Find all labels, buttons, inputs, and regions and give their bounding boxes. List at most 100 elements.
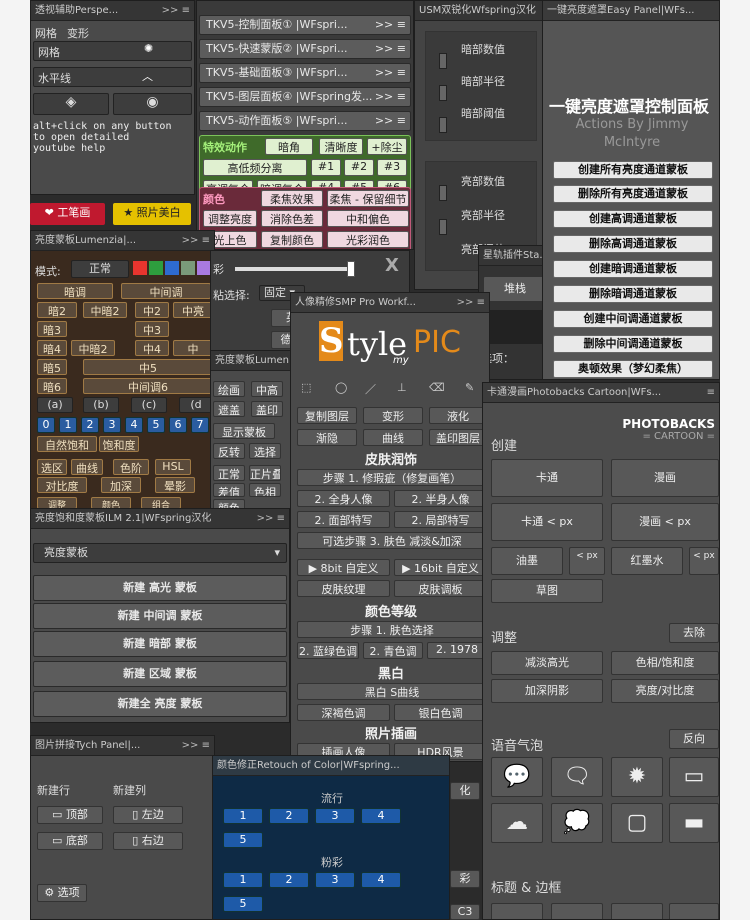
selection-button[interactable]: 选区	[37, 459, 67, 475]
grid-button[interactable]: 网格 ✺	[33, 41, 192, 61]
lum-m4-button[interactable]: 中4	[135, 340, 169, 356]
mode-select[interactable]: 正常	[71, 260, 129, 278]
invert-button[interactable]: 反转	[213, 443, 245, 459]
sketch-button[interactable]: 草图	[491, 579, 603, 603]
lum-d6-button[interactable]: 暗6	[37, 378, 67, 394]
title-button-4[interactable]	[669, 903, 719, 919]
lum-m-button[interactable]: 中	[173, 340, 213, 356]
skin-texture-button[interactable]: 皮肤纹理	[297, 580, 390, 597]
burn-button[interactable]: 加深	[101, 477, 141, 493]
pastel-4-button[interactable]: 4	[361, 872, 401, 888]
delete-mid-mask-button[interactable]: 删除中间调通道蒙板	[553, 335, 713, 353]
chroma-button[interactable]: 消除色差	[261, 210, 323, 227]
lum-md4-button[interactable]: 中暗2	[71, 340, 115, 356]
dodge-highlights-button[interactable]: 减淡高光	[491, 651, 603, 675]
panel-menu-icon[interactable]: >> ≡	[162, 1, 190, 20]
close-icon[interactable]: X	[385, 255, 399, 276]
ink-px-button[interactable]: < px	[569, 547, 605, 575]
lum-darks-button[interactable]: 暗调	[37, 283, 113, 299]
pastel-2-button[interactable]: 2	[269, 872, 309, 888]
panel-menu-icon[interactable]: >> ≡	[457, 293, 485, 312]
num-4-button[interactable]: 4	[125, 417, 143, 433]
comic-px-button[interactable]: 漫画 < px	[611, 503, 719, 541]
soft-focus-detail-button[interactable]: 柔焦 - 保留细节	[327, 190, 409, 207]
delete-high-mask-button[interactable]: 删除高调通道蒙板	[553, 235, 713, 253]
new-all-lum-mask-button[interactable]: 新建全 亮度 蒙板	[33, 691, 287, 717]
title-button-2[interactable]	[551, 903, 603, 919]
soft-focus-button[interactable]: 柔焦效果	[261, 190, 323, 207]
tab-warp[interactable]: 变形	[67, 25, 89, 41]
gongbi-button[interactable]: ❤ 工笔画	[30, 203, 105, 225]
stamp-button[interactable]: 盖印	[251, 401, 283, 417]
bubble-cloud-button[interactable]: ☁	[491, 803, 543, 843]
action-1-button[interactable]: #1	[311, 159, 341, 176]
sepia-button[interactable]: 深褐色调	[297, 704, 390, 721]
neutral-cast-button[interactable]: 中和偏色	[327, 210, 409, 227]
side-item-1[interactable]: 化	[450, 782, 480, 800]
transform-button[interactable]: 变形	[363, 407, 423, 424]
panel-menu-icon[interactable]: ≡	[707, 383, 715, 402]
tkv-row-3[interactable]: TKV5-基础面板③ |WFspri... >> ≡	[199, 63, 411, 83]
tkv-row-2[interactable]: TKV5-快速蒙版② |WFspri... >> ≡	[199, 39, 411, 59]
horizon-button[interactable]: 水平线 ︿	[33, 67, 192, 87]
remove-button[interactable]: 去除	[669, 623, 719, 643]
contrast-button[interactable]: 对比度	[37, 477, 87, 493]
full-body-button[interactable]: 2. 全身人像	[297, 490, 390, 507]
new-midtone-mask-button[interactable]: 新建 中间调 蒙板	[33, 603, 287, 629]
skin-select-button[interactable]: 步骤 1. 肤色选择	[297, 621, 487, 638]
create-mid-mask-button[interactable]: 创建中间调通道蒙板	[553, 310, 713, 328]
reverse-button[interactable]: 反向	[669, 729, 719, 749]
lum-md2-button[interactable]: 中暗2	[83, 302, 127, 318]
create-high-mask-button[interactable]: 创建高调通道蒙板	[553, 210, 713, 228]
dark-amount-handle[interactable]	[439, 53, 447, 69]
teal-button[interactable]: 2. 蓝绿色调	[297, 642, 359, 659]
tab-grid[interactable]: 网格	[35, 25, 57, 41]
mid-high-button[interactable]: 中高	[251, 381, 283, 397]
swatch-gray[interactable]	[181, 261, 195, 275]
silver-button[interactable]: 银白色调	[394, 704, 487, 721]
red-ink-button[interactable]: 红墨水	[611, 547, 683, 575]
brightness-contrast-button[interactable]: 亮度/对比度	[611, 679, 719, 703]
copy-color-button[interactable]: 复制颜色	[261, 231, 323, 248]
pop-1-button[interactable]: 1	[223, 808, 263, 824]
delete-dark-mask-button[interactable]: 删除暗调通道蒙板	[553, 285, 713, 303]
bubble-thought-button[interactable]: 💭	[551, 803, 603, 843]
custom-16bit-button[interactable]: ▶ 16bit 自定义	[394, 559, 487, 576]
pastel-1-button[interactable]: 1	[223, 872, 263, 888]
lasso-icon[interactable]: ◯	[335, 381, 347, 394]
red-ink-px-button[interactable]: < px	[689, 547, 719, 575]
delete-all-masks-button[interactable]: 删除所有亮度通道蒙板	[553, 185, 713, 203]
lum-d4-button[interactable]: 暗4	[37, 340, 67, 356]
clarity-button[interactable]: 清晰度	[319, 138, 363, 155]
skin-panel-button[interactable]: 皮肤调板	[394, 580, 487, 597]
side-item-2[interactable]: 彩	[450, 870, 480, 888]
action-2-button[interactable]: #2	[344, 159, 374, 176]
eraser-icon[interactable]: ⌫	[429, 381, 445, 394]
custom-8bit-button[interactable]: ▶ 8bit 自定义	[297, 559, 390, 576]
lum-m2-button[interactable]: 中2	[135, 302, 169, 318]
freq-sep-button[interactable]: 高低频分离	[203, 159, 307, 176]
select-button[interactable]: 选择	[249, 443, 281, 459]
lum-d-button[interactable]: (d	[179, 397, 213, 413]
num-1-button[interactable]: 1	[59, 417, 77, 433]
banner-button[interactable]: ▬	[669, 803, 719, 843]
swatch-red[interactable]	[133, 261, 147, 275]
bubble-square-button[interactable]: ▭	[669, 757, 719, 797]
side-item-3[interactable]: C3	[450, 904, 480, 920]
options-button[interactable]: ⚙ 选项	[37, 884, 87, 902]
left-button[interactable]: ▯ 左边	[113, 806, 183, 824]
pop-4-button[interactable]: 4	[361, 808, 401, 824]
compass-button[interactable]: ◈	[33, 93, 109, 115]
pop-5-button[interactable]: 5	[223, 832, 263, 848]
vignette-button[interactable]: 暗角	[265, 138, 313, 155]
cartoon-button[interactable]: 卡通	[491, 459, 603, 497]
bottom-button[interactable]: ▭ 底部	[37, 832, 103, 850]
light-radius-handle[interactable]	[439, 219, 447, 235]
bubble-round-button[interactable]: 💬	[491, 757, 543, 797]
half-body-button[interactable]: 2. 半身人像	[394, 490, 487, 507]
lum-m6-button[interactable]: 中间调6	[83, 378, 213, 394]
curves-button[interactable]: 曲线	[71, 459, 103, 475]
glow-color-button[interactable]: 光彩润色	[327, 231, 409, 248]
title-button-1[interactable]	[491, 903, 543, 919]
lum-m5-button[interactable]: 中5	[83, 359, 213, 375]
